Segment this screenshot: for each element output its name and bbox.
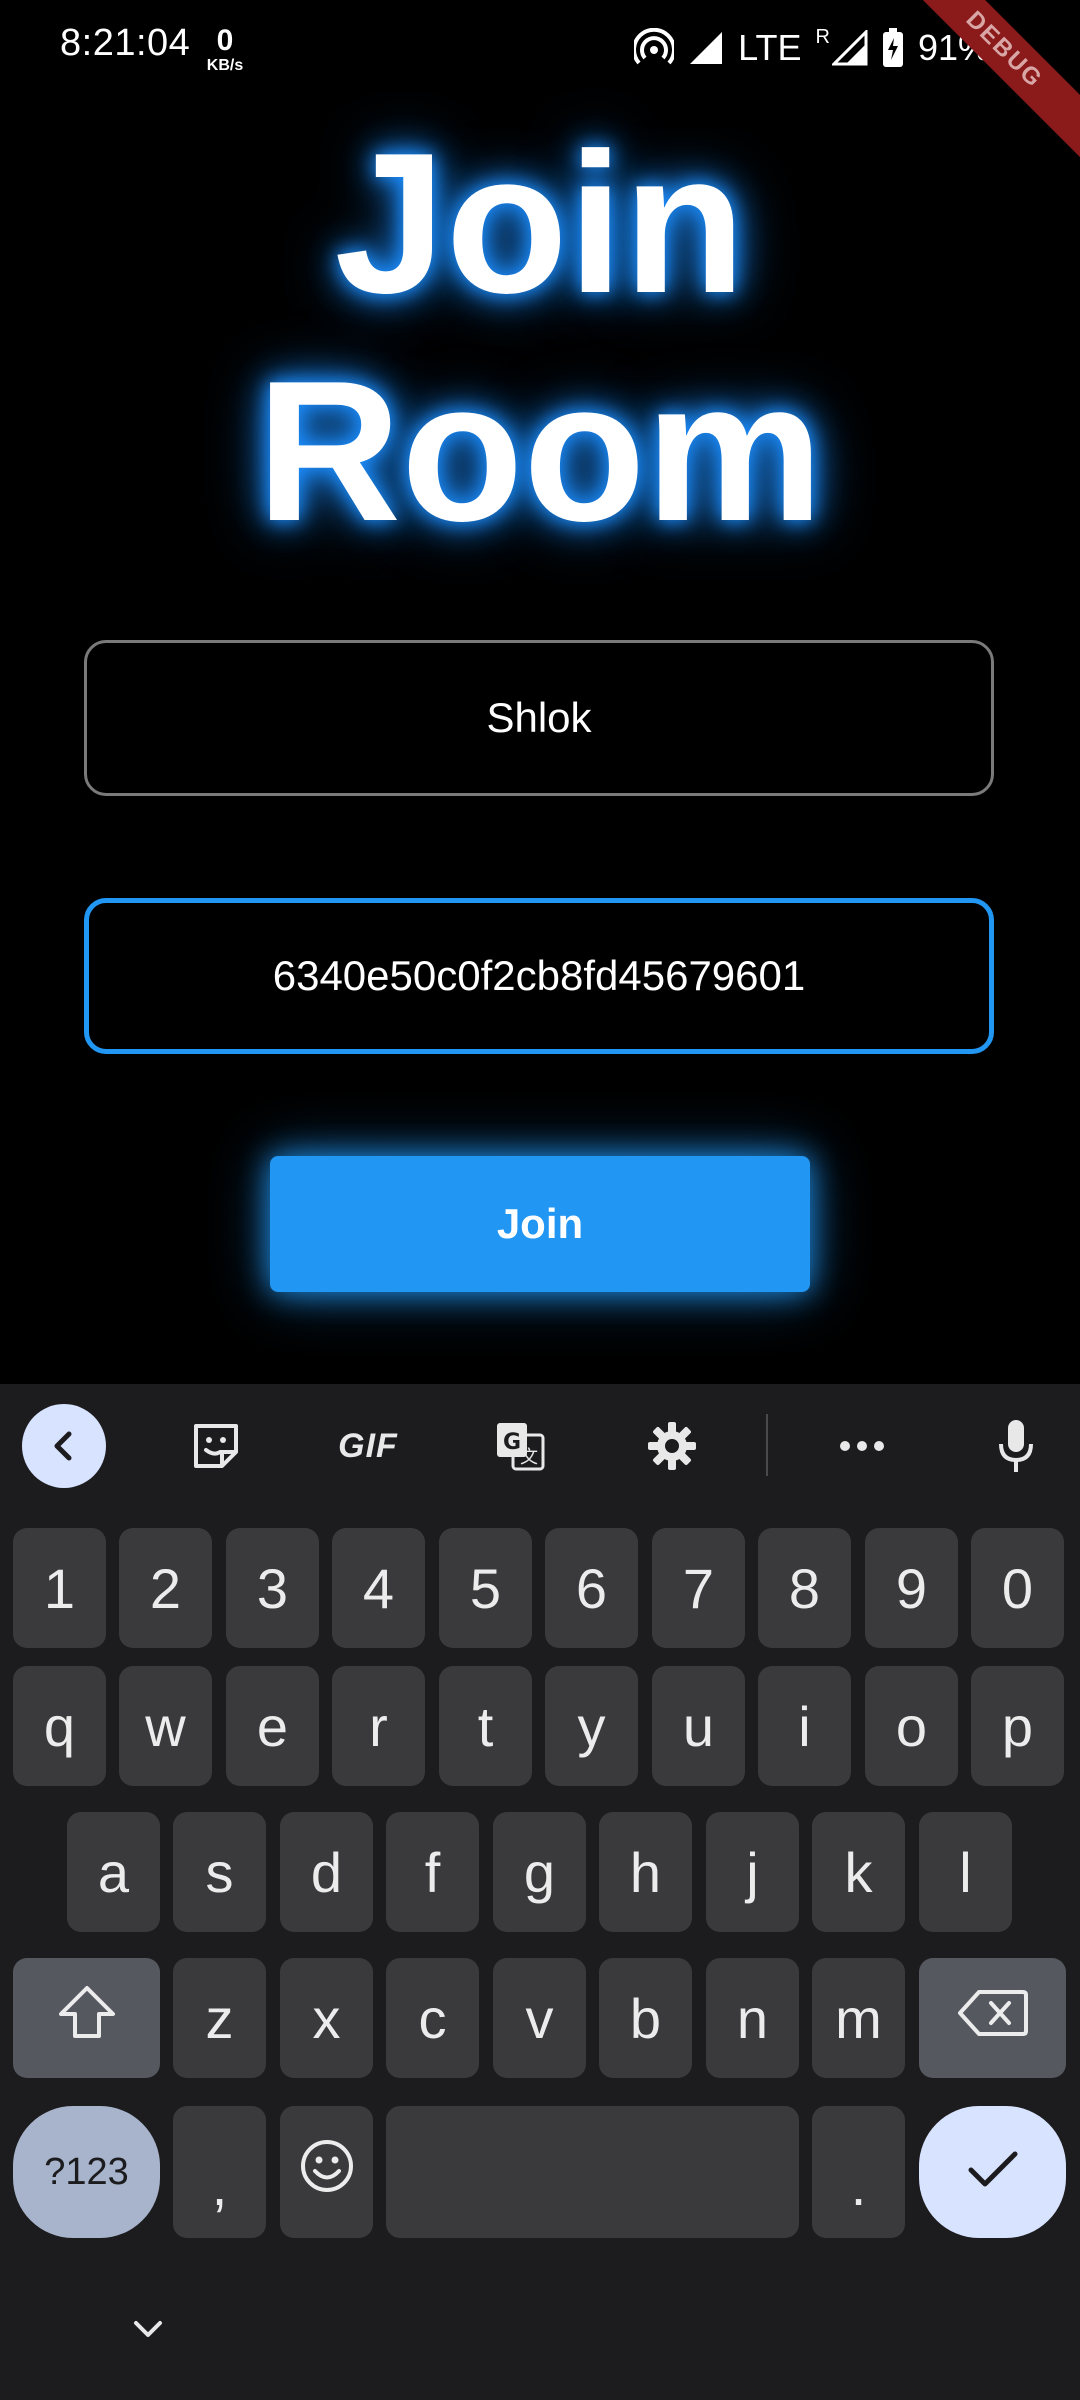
page-title: Join Room bbox=[0, 110, 1080, 566]
microphone-icon[interactable] bbox=[974, 1404, 1058, 1488]
soft-keyboard: GIF G文 1 2 3 4 5 6 7 8 9 0 q w e r t y u… bbox=[0, 1384, 1080, 2400]
key-w[interactable]: w bbox=[119, 1666, 212, 1786]
join-button[interactable]: Join bbox=[270, 1156, 810, 1292]
key-k[interactable]: k bbox=[812, 1812, 905, 1932]
roaming-signal-icon bbox=[831, 30, 868, 66]
key-x[interactable]: x bbox=[280, 1958, 373, 2078]
key-r[interactable]: r bbox=[332, 1666, 425, 1786]
key-f[interactable]: f bbox=[386, 1812, 479, 1932]
network-type: LTE bbox=[738, 27, 802, 68]
svg-text:G: G bbox=[503, 1430, 521, 1455]
key-9[interactable]: 9 bbox=[865, 1528, 958, 1648]
key-i[interactable]: i bbox=[758, 1666, 851, 1786]
key-d[interactable]: d bbox=[280, 1812, 373, 1932]
title-line-1: Join bbox=[334, 112, 746, 335]
more-icon[interactable] bbox=[820, 1404, 904, 1488]
room-id-input[interactable]: 6340e50c0f2cb8fd45679601 bbox=[84, 898, 994, 1054]
hotspot-icon bbox=[634, 28, 675, 68]
key-4[interactable]: 4 bbox=[332, 1528, 425, 1648]
key-z[interactable]: z bbox=[173, 1958, 266, 2078]
key-y[interactable]: y bbox=[545, 1666, 638, 1786]
name-input-value: Shlok bbox=[486, 694, 592, 741]
gif-icon[interactable]: GIF bbox=[326, 1404, 410, 1488]
key-v[interactable]: v bbox=[493, 1958, 586, 2078]
key-t[interactable]: t bbox=[439, 1666, 532, 1786]
key-m[interactable]: m bbox=[812, 1958, 905, 2078]
toolbar-separator bbox=[766, 1414, 768, 1476]
network-speed: 0 KB/s bbox=[202, 26, 248, 74]
key-0[interactable]: 0 bbox=[971, 1528, 1064, 1648]
comma-key[interactable]: , bbox=[173, 2106, 266, 2238]
space-key[interactable] bbox=[386, 2106, 799, 2238]
emoji-icon bbox=[299, 2138, 355, 2207]
status-bar: 8:21:04 0 KB/s LTE R 91% bbox=[0, 0, 1080, 100]
period-key[interactable]: . bbox=[812, 2106, 905, 2238]
title-line-2: Room bbox=[256, 340, 824, 563]
status-icons: LTE R 91% bbox=[634, 24, 990, 72]
key-g[interactable]: g bbox=[493, 1812, 586, 1932]
battery-icon bbox=[882, 28, 904, 68]
key-c[interactable]: c bbox=[386, 1958, 479, 2078]
key-7[interactable]: 7 bbox=[652, 1528, 745, 1648]
key-p[interactable]: p bbox=[971, 1666, 1064, 1786]
key-j[interactable]: j bbox=[706, 1812, 799, 1932]
emoji-key[interactable] bbox=[280, 2106, 373, 2238]
network-speed-unit: KB/s bbox=[206, 57, 244, 74]
key-u[interactable]: u bbox=[652, 1666, 745, 1786]
key-8[interactable]: 8 bbox=[758, 1528, 851, 1648]
keyboard-toolbar: GIF G文 bbox=[0, 1384, 1080, 1504]
checkmark-icon bbox=[965, 2140, 1021, 2205]
translate-icon[interactable]: G文 bbox=[478, 1404, 562, 1488]
key-3[interactable]: 3 bbox=[226, 1528, 319, 1648]
roaming-indicator: R bbox=[815, 26, 830, 48]
backspace-key[interactable] bbox=[919, 1958, 1066, 2078]
sticker-icon[interactable] bbox=[174, 1404, 258, 1488]
backspace-icon bbox=[957, 1986, 1029, 2051]
gif-label: GIF bbox=[338, 1426, 398, 1465]
name-input[interactable]: Shlok bbox=[84, 640, 994, 796]
key-5[interactable]: 5 bbox=[439, 1528, 532, 1648]
status-time: 8:21:04 bbox=[60, 22, 191, 64]
key-q[interactable]: q bbox=[13, 1666, 106, 1786]
shift-key[interactable] bbox=[13, 1958, 160, 2078]
network-speed-value: 0 bbox=[216, 24, 234, 57]
key-2[interactable]: 2 bbox=[119, 1528, 212, 1648]
key-a[interactable]: a bbox=[67, 1812, 160, 1932]
symbols-key[interactable]: ?123 bbox=[13, 2106, 160, 2238]
back-icon[interactable] bbox=[22, 1404, 106, 1488]
key-b[interactable]: b bbox=[599, 1958, 692, 2078]
enter-key[interactable] bbox=[919, 2106, 1066, 2238]
hide-keyboard-chevron-down-icon[interactable] bbox=[128, 2310, 168, 2350]
gear-icon[interactable] bbox=[630, 1404, 714, 1488]
key-l[interactable]: l bbox=[919, 1812, 1012, 1932]
key-s[interactable]: s bbox=[173, 1812, 266, 1932]
key-1[interactable]: 1 bbox=[13, 1528, 106, 1648]
shift-icon bbox=[57, 1984, 117, 2053]
key-h[interactable]: h bbox=[599, 1812, 692, 1932]
key-n[interactable]: n bbox=[706, 1958, 799, 2078]
signal-icon bbox=[688, 30, 724, 66]
key-e[interactable]: e bbox=[226, 1666, 319, 1786]
svg-text:文: 文 bbox=[520, 1447, 538, 1468]
room-id-input-value: 6340e50c0f2cb8fd45679601 bbox=[272, 952, 806, 999]
key-6[interactable]: 6 bbox=[545, 1528, 638, 1648]
key-o[interactable]: o bbox=[865, 1666, 958, 1786]
